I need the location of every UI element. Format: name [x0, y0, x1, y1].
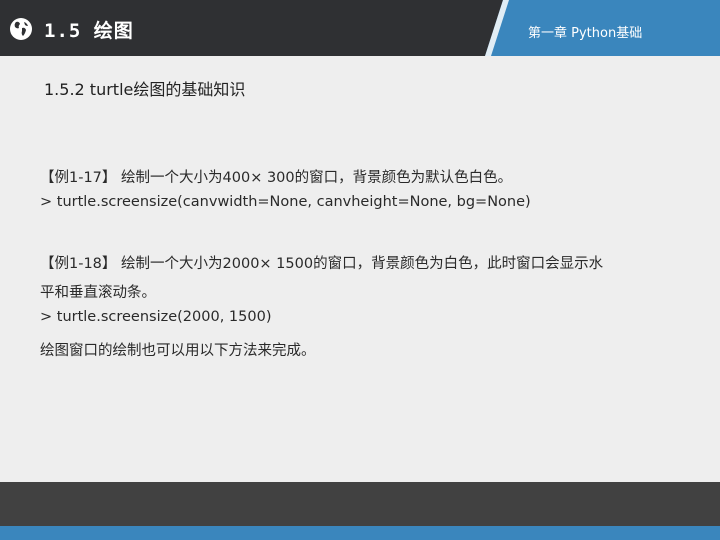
section-title: 1.5 绘图	[44, 20, 134, 42]
chapter-title: 第一章 Python基础	[528, 26, 643, 41]
footer-dark-bar	[0, 482, 720, 526]
note-text: 绘图窗口的绘制也可以用以下方法来完成。	[40, 343, 316, 359]
example-2-text-line2: 平和垂直滚动条。	[40, 285, 156, 301]
example-2-code: > turtle.screensize(2000, 1500)	[40, 309, 272, 325]
footer-blue-bar	[0, 526, 720, 540]
globe-icon	[10, 18, 32, 40]
example-2-text-line1: 【例1-18】 绘制一个大小为2000× 1500的窗口，背景颜色为白色，此时窗…	[40, 256, 604, 272]
header-bar: 1.5 绘图 第一章 Python基础	[0, 0, 720, 56]
subheading: 1.5.2 turtle绘图的基础知识	[44, 80, 246, 99]
example-1-code: > turtle.screensize(canvwidth=None, canv…	[40, 194, 531, 210]
example-1-text: 【例1-17】 绘制一个大小为400× 300的窗口，背景颜色为默认色白色。	[40, 170, 513, 186]
